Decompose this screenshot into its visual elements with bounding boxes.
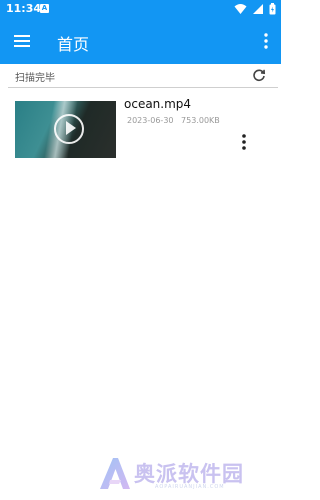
scan-status-row: 扫描完毕	[0, 64, 281, 87]
wifi-icon	[234, 4, 247, 14]
status-time: 11:34	[6, 2, 42, 15]
battery-icon	[269, 3, 276, 15]
file-date: 2023-06-30	[127, 116, 174, 125]
app-bar: 首页	[0, 19, 281, 64]
watermark-logo-icon	[100, 458, 130, 489]
play-triangle	[66, 121, 76, 135]
more-vert-icon[interactable]	[241, 133, 247, 151]
file-size: 753.00KB	[181, 116, 220, 125]
notification-icon: A	[40, 4, 49, 13]
signal-icon	[252, 4, 263, 14]
more-vert-icon[interactable]	[263, 32, 269, 50]
file-name: ocean.mp4	[124, 97, 192, 111]
status-icons	[234, 3, 276, 16]
video-thumbnail[interactable]	[15, 101, 116, 158]
watermark: 奥派软件园 AOPAIRUANJIAN.COM	[97, 455, 277, 495]
refresh-icon[interactable]	[252, 68, 266, 82]
file-meta: 2023-06-30 753.00KB	[127, 116, 225, 125]
divider	[8, 87, 278, 88]
scan-status-text: 扫描完毕	[15, 73, 55, 84]
watermark-subtext: AOPAIRUANJIAN.COM	[155, 484, 225, 490]
status-bar: 11:34 A	[0, 0, 281, 19]
list-item[interactable]: ocean.mp4 2023-06-30 753.00KB	[0, 95, 281, 165]
page-title: 首页	[57, 35, 90, 54]
menu-icon[interactable]	[13, 32, 31, 50]
